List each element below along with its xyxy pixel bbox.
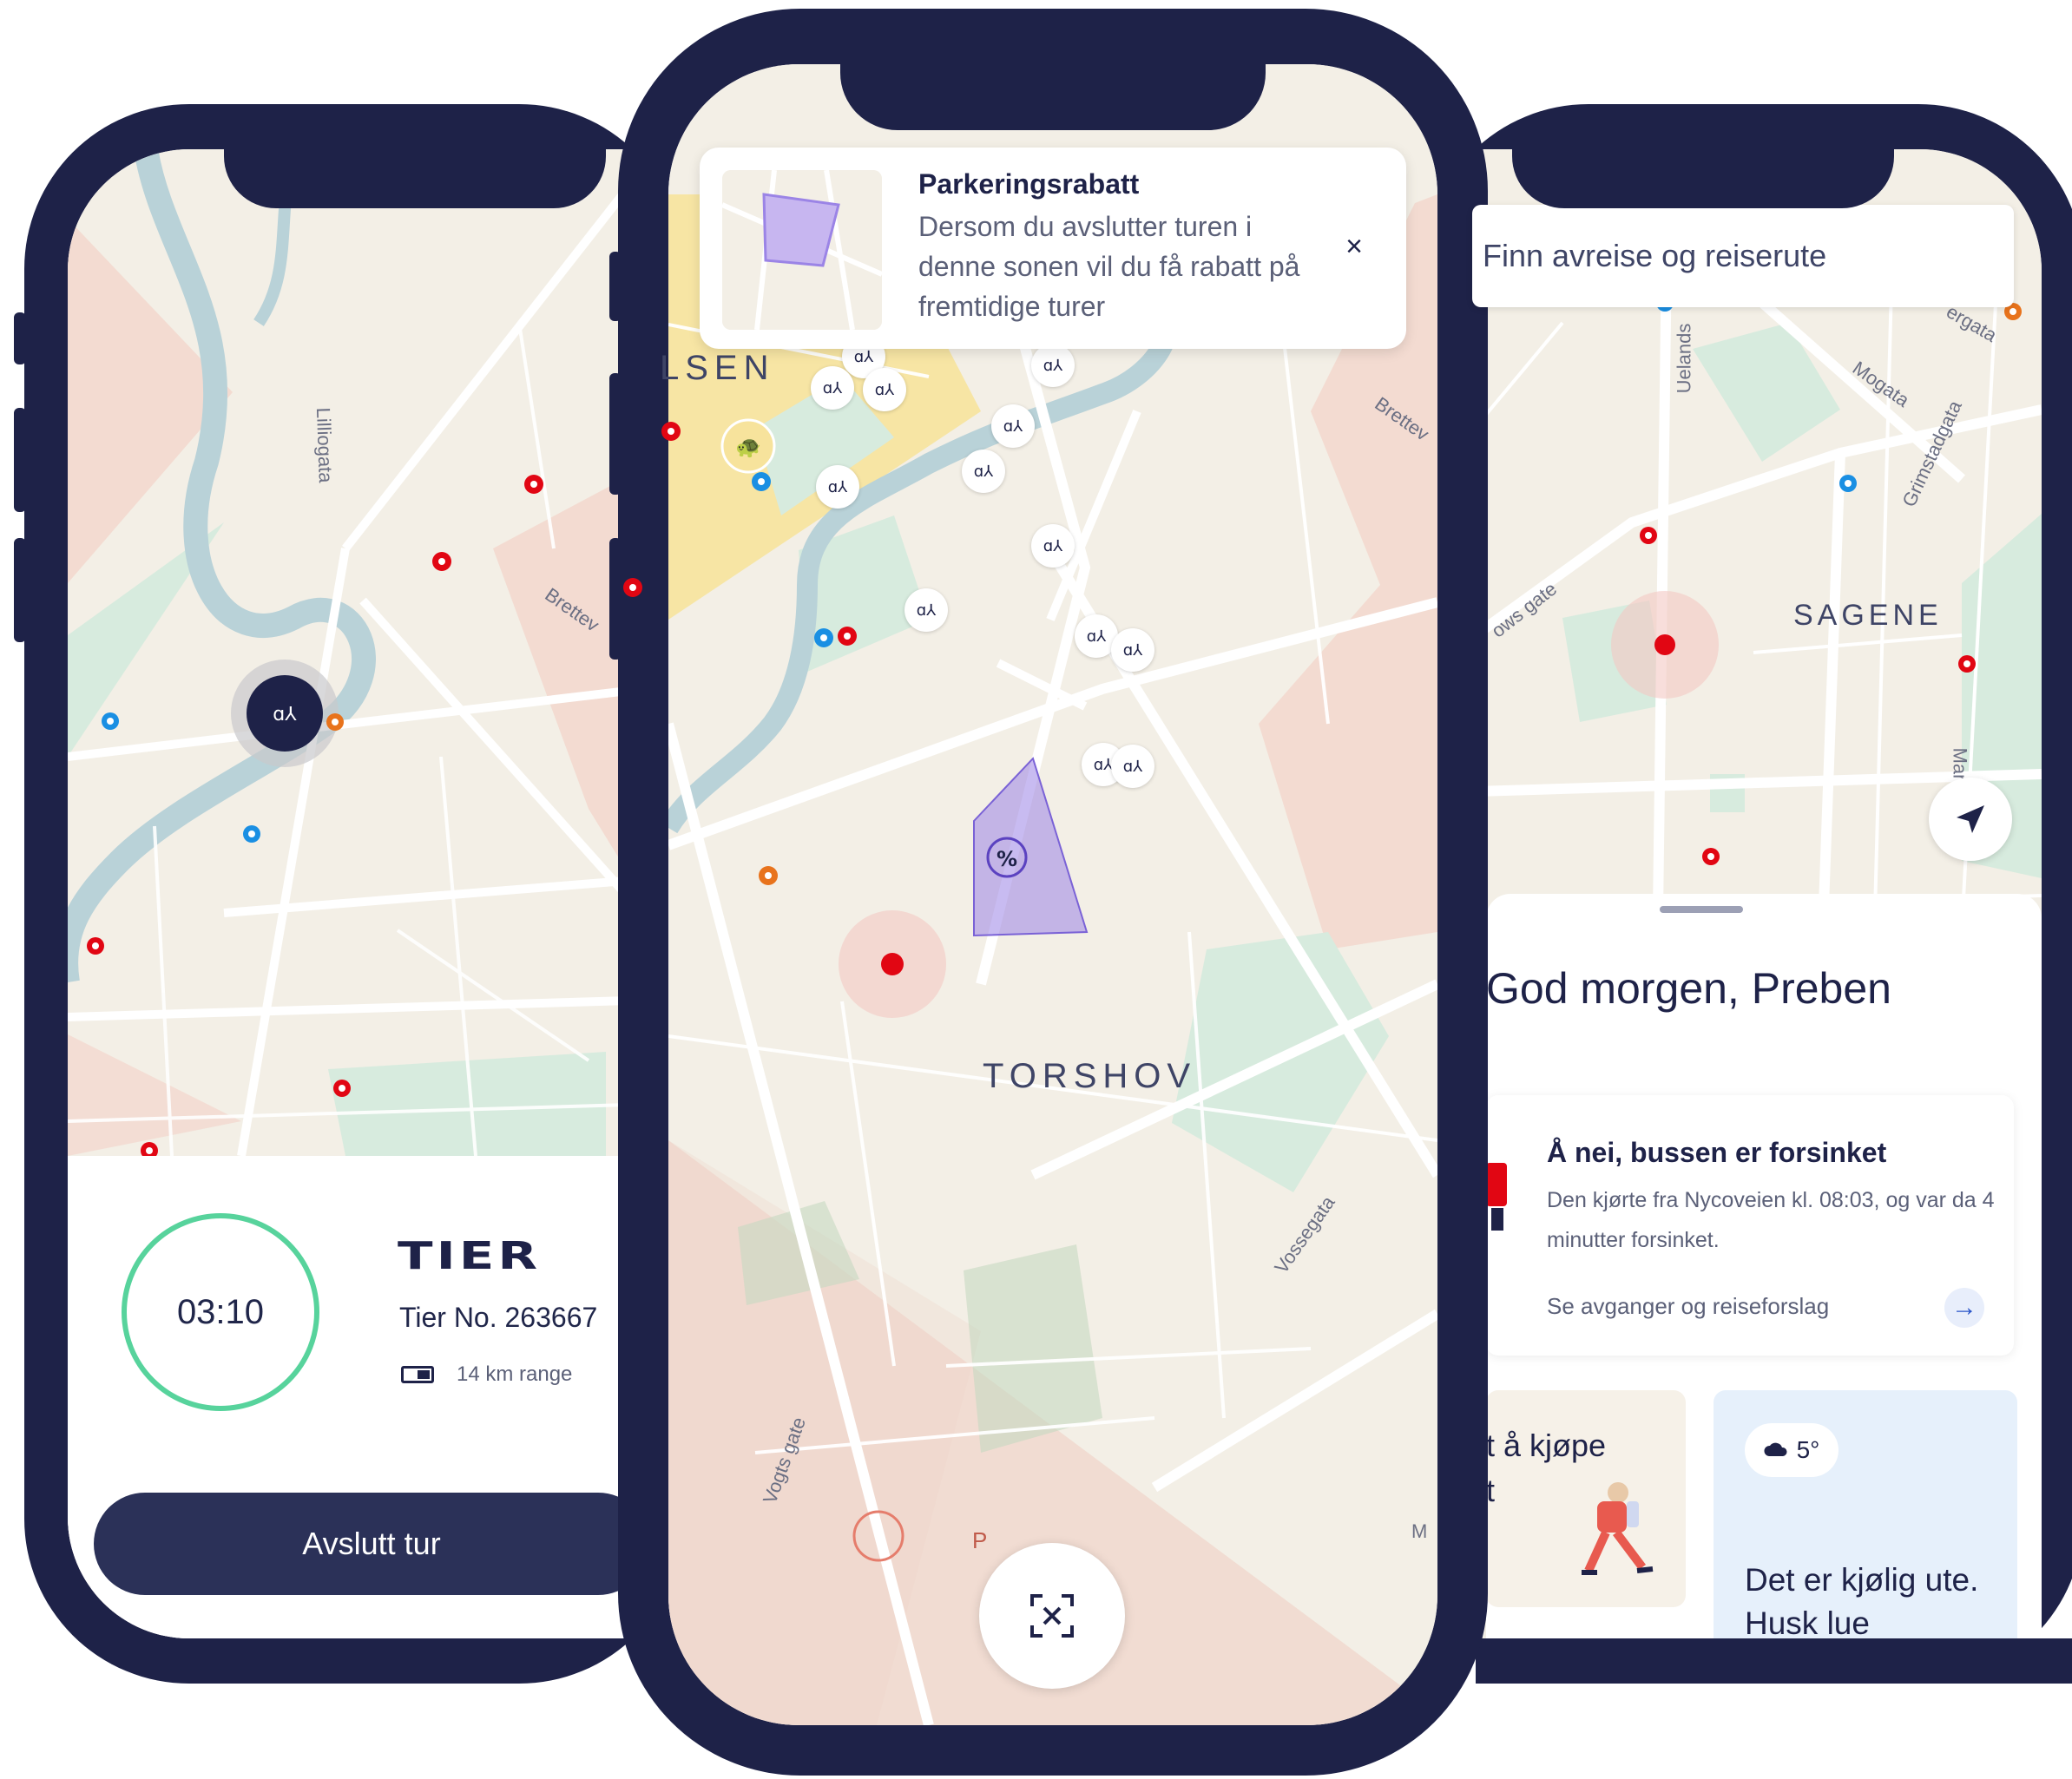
map-pin-icon[interactable] — [752, 472, 771, 491]
person-walking-icon — [1582, 1482, 1654, 1575]
operator-logo: TIER — [398, 1234, 542, 1278]
phone-bezel-bottom — [1476, 1638, 2072, 1690]
phone-side-button — [14, 538, 26, 642]
zone-thumbnail-map — [722, 170, 882, 330]
phone-notch — [840, 64, 1266, 130]
vehicle-number: Tier No. 263667 — [399, 1302, 598, 1333]
map-pin-icon[interactable] — [623, 578, 642, 597]
ride-timer: 03:10 — [122, 1213, 319, 1411]
zone-thumbnail — [722, 170, 882, 330]
scooter-marker-icon[interactable]: ɑ⅄ — [991, 404, 1035, 448]
info-card-title: Parkeringsrabatt — [918, 168, 1140, 200]
scooter-marker-icon[interactable]: ɑ⅄ — [1031, 344, 1075, 387]
parking-label: P — [972, 1527, 988, 1553]
map-pin-icon[interactable] — [838, 627, 857, 646]
end-ride-label: Avslutt tur — [302, 1526, 441, 1561]
scooter-marker-icon[interactable]: ɑ⅄ — [811, 366, 854, 410]
scooter-marker-icon[interactable]: ɑ⅄ — [962, 450, 1005, 493]
phone-notch — [1512, 149, 1894, 208]
scooter-marker-icon[interactable]: ɑ⅄ — [904, 588, 948, 632]
svg-text:🐢: 🐢 — [735, 435, 761, 459]
phone-notch — [224, 149, 606, 208]
range-info: 14 km range — [401, 1362, 572, 1387]
battery-icon — [401, 1366, 434, 1383]
temperature: 5° — [1796, 1436, 1820, 1463]
svg-text:ɑ⅄: ɑ⅄ — [273, 704, 297, 725]
map-pin-icon[interactable] — [661, 422, 681, 441]
weather-message: Det er kjølig ute. Husk lue — [1745, 1562, 1979, 1641]
cloud-icon — [1764, 1442, 1787, 1456]
phone-side-button — [14, 312, 26, 364]
scooter-marker-icon[interactable]: ɑ⅄ — [816, 465, 859, 509]
delay-body: Den kjørte fra Nycoveien kl. 08:03, og v… — [1547, 1188, 1995, 1252]
greeting: God morgen, Preben — [1486, 964, 1891, 1013]
timer-value: 03:10 — [176, 1292, 265, 1331]
search-input[interactable]: Finn avreise og reiserute — [1472, 205, 2014, 307]
page-background — [1476, 1684, 2072, 1779]
navigation-arrow-icon — [1957, 805, 1984, 833]
range-text: 14 km range — [457, 1362, 573, 1386]
scooter-marker-icon[interactable]: ɑ⅄ — [1031, 524, 1075, 568]
scooter-marker-icon[interactable]: ɑ⅄ — [1111, 628, 1154, 672]
delay-title: Å nei, bussen er forsinket — [1547, 1137, 1887, 1168]
search-placeholder: Finn avreise og reiserute — [1483, 238, 1827, 273]
scan-qr-button[interactable] — [979, 1543, 1125, 1689]
end-ride-button[interactable]: Avslutt tur — [94, 1493, 649, 1595]
locate-button[interactable] — [1929, 778, 2012, 861]
scooter-marker-icon[interactable]: ɑ⅄ — [863, 368, 906, 411]
map-pin-icon[interactable] — [759, 866, 778, 885]
district-label: SAGENE — [1793, 599, 1943, 632]
street-label: Lilliogata — [312, 407, 337, 483]
scooter-marker-icon[interactable]: ɑ⅄ — [1111, 745, 1154, 788]
phone-side-button — [14, 408, 26, 512]
district-label: TORSHOV — [983, 1057, 1197, 1095]
svg-text:%: % — [997, 847, 1017, 871]
info-card-body: Dersom du avslutter turen i denne sonen … — [918, 211, 1300, 322]
map-pin-icon[interactable] — [814, 628, 833, 647]
weather-temperature-pill: 5° — [1745, 1423, 1838, 1477]
map-pin-icon[interactable] — [524, 475, 543, 494]
scan-icon — [1030, 1594, 1074, 1638]
zone-label: LSEN — [660, 349, 775, 387]
map-pin-icon[interactable] — [432, 552, 451, 571]
street-label: Uelands — [1673, 323, 1695, 394]
street-label: M — [1411, 1520, 1428, 1542]
arrow-right-icon[interactable]: → — [1944, 1288, 1984, 1328]
close-icon[interactable]: × — [1337, 229, 1371, 264]
departures-link[interactable]: Se avganger og reiseforslag — [1547, 1293, 1829, 1320]
sheet-grabber[interactable] — [1660, 906, 1743, 913]
